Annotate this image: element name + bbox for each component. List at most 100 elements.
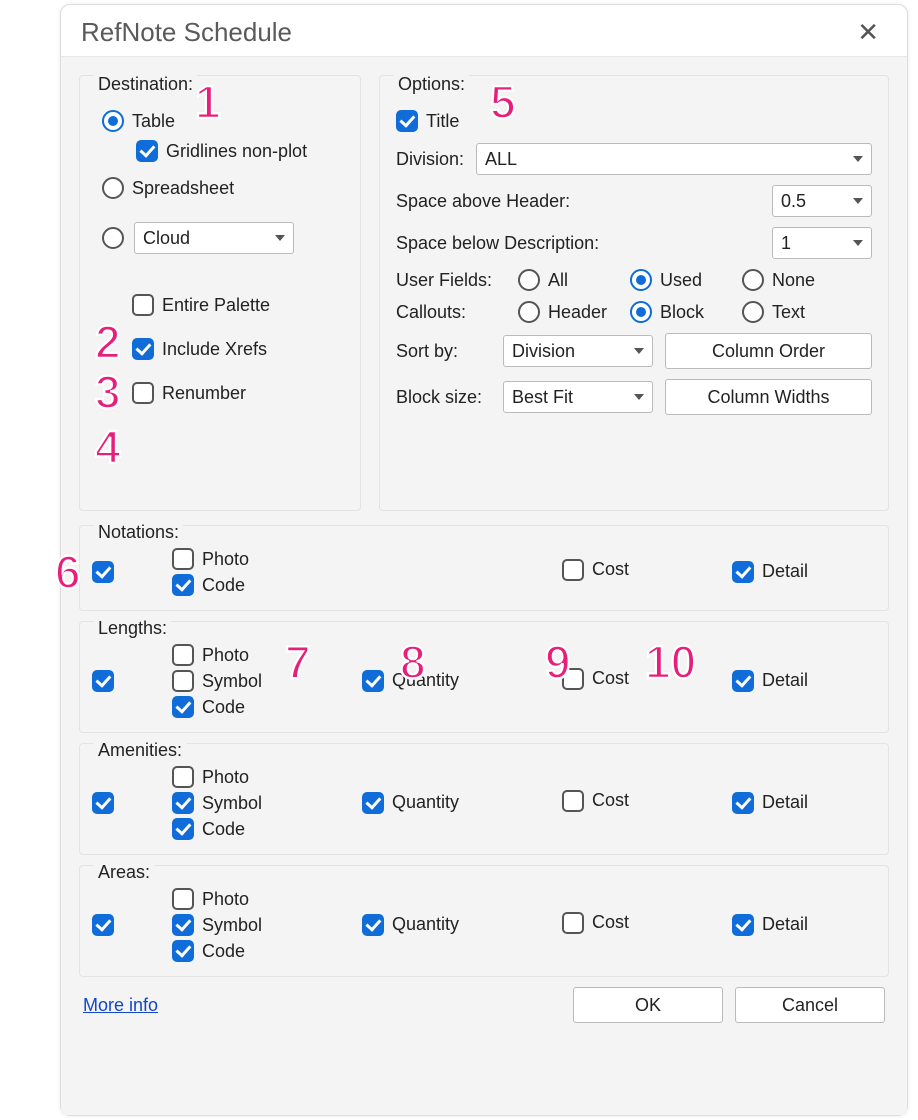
checkbox-icon bbox=[132, 294, 154, 316]
lengths-symbol-checkbox[interactable]: Symbol bbox=[172, 670, 342, 692]
checkbox-icon bbox=[172, 914, 194, 936]
cancel-button[interactable]: Cancel bbox=[735, 987, 885, 1023]
space-above-select[interactable]: 0.5 bbox=[772, 185, 872, 217]
amenities-detail-checkbox[interactable]: Detail bbox=[732, 792, 808, 814]
title-checkbox[interactable]: Title bbox=[396, 110, 459, 132]
chevron-down-icon bbox=[634, 348, 644, 354]
checkbox-icon bbox=[172, 548, 194, 570]
notations-cost-checkbox[interactable]: Cost bbox=[562, 559, 629, 581]
areas-photo-checkbox[interactable]: Photo bbox=[172, 888, 342, 910]
userfields-used-radio[interactable]: Used bbox=[630, 269, 730, 291]
dest-cloud-select[interactable]: Cloud bbox=[134, 222, 294, 254]
radio-icon bbox=[518, 269, 540, 291]
column-order-button[interactable]: Column Order bbox=[665, 333, 872, 369]
amenities-symbol-checkbox[interactable]: Symbol bbox=[172, 792, 342, 814]
userfields-none-radio[interactable]: None bbox=[742, 269, 815, 291]
lengths-cost-checkbox[interactable]: Cost bbox=[562, 668, 629, 690]
checkbox-icon bbox=[172, 766, 194, 788]
checkbox-icon bbox=[732, 670, 754, 692]
gridlines-checkbox[interactable]: Gridlines non-plot bbox=[136, 140, 307, 162]
checkbox-icon bbox=[562, 668, 584, 690]
callouts-text-label: Text bbox=[772, 302, 805, 323]
block-size-select[interactable]: Best Fit bbox=[503, 381, 653, 413]
ok-button[interactable]: OK bbox=[573, 987, 723, 1023]
lengths-detail-checkbox[interactable]: Detail bbox=[732, 670, 808, 692]
lengths-quantity-checkbox[interactable]: Quantity bbox=[362, 670, 459, 692]
callouts-header-radio[interactable]: Header bbox=[518, 301, 618, 323]
column-widths-button[interactable]: Column Widths bbox=[665, 379, 872, 415]
areas-code-checkbox[interactable]: Code bbox=[172, 940, 342, 962]
division-value: ALL bbox=[485, 149, 517, 170]
destination-group: Destination: Table Gridlines non-plot bbox=[79, 75, 361, 511]
checkbox-icon bbox=[172, 792, 194, 814]
notations-enable-checkbox[interactable] bbox=[92, 561, 114, 583]
lengths-group: Lengths: Photo Symbol Code Quantity Cost… bbox=[79, 621, 889, 733]
notations-group: Notations: Photo Code Cost Detail bbox=[79, 525, 889, 611]
dest-table-label: Table bbox=[132, 111, 175, 132]
checkbox-icon bbox=[362, 670, 384, 692]
checkbox-icon bbox=[92, 561, 114, 583]
areas-symbol-checkbox[interactable]: Symbol bbox=[172, 914, 342, 936]
amenities-group: Amenities: Photo Symbol Code Quantity Co… bbox=[79, 743, 889, 855]
checkbox-icon bbox=[172, 888, 194, 910]
dest-spreadsheet-radio[interactable]: Spreadsheet bbox=[102, 177, 234, 199]
callouts-text-radio[interactable]: Text bbox=[742, 301, 805, 323]
division-select[interactable]: ALL bbox=[476, 143, 872, 175]
close-icon[interactable]: ✕ bbox=[849, 15, 887, 50]
entire-palette-checkbox[interactable]: Entire Palette bbox=[132, 294, 344, 316]
checkbox-icon bbox=[172, 818, 194, 840]
options-legend: Options: bbox=[394, 74, 469, 95]
checkbox-icon bbox=[172, 940, 194, 962]
space-above-value: 0.5 bbox=[781, 191, 806, 212]
renumber-checkbox[interactable]: Renumber bbox=[132, 382, 344, 404]
amenities-code-checkbox[interactable]: Code bbox=[172, 818, 342, 840]
space-above-label: Space above Header: bbox=[396, 191, 570, 212]
chevron-down-icon bbox=[634, 394, 644, 400]
callouts-block-label: Block bbox=[660, 302, 704, 323]
more-info-link[interactable]: More info bbox=[83, 995, 158, 1016]
checkbox-icon bbox=[92, 670, 114, 692]
checkbox-icon bbox=[172, 670, 194, 692]
checkbox-icon bbox=[172, 574, 194, 596]
dialog-body: Destination: Table Gridlines non-plot bbox=[61, 57, 907, 1115]
userfields-all-radio[interactable]: All bbox=[518, 269, 618, 291]
checkbox-icon bbox=[132, 382, 154, 404]
checkbox-icon bbox=[396, 110, 418, 132]
lengths-photo-checkbox[interactable]: Photo bbox=[172, 644, 342, 666]
lengths-legend: Lengths: bbox=[94, 618, 171, 639]
userfields-none-label: None bbox=[772, 270, 815, 291]
radio-icon bbox=[630, 301, 652, 323]
refnote-schedule-dialog: RefNote Schedule ✕ Destination: Table Gr… bbox=[60, 4, 908, 1116]
areas-detail-checkbox[interactable]: Detail bbox=[732, 914, 808, 936]
amenities-enable-checkbox[interactable] bbox=[92, 792, 114, 814]
division-label: Division: bbox=[396, 149, 464, 170]
notations-legend: Notations: bbox=[94, 522, 183, 543]
areas-cost-checkbox[interactable]: Cost bbox=[562, 912, 629, 934]
include-xrefs-checkbox[interactable]: Include Xrefs bbox=[132, 338, 344, 360]
amenities-cost-checkbox[interactable]: Cost bbox=[562, 790, 629, 812]
checkbox-icon bbox=[362, 914, 384, 936]
areas-enable-checkbox[interactable] bbox=[92, 914, 114, 936]
dest-table-radio[interactable]: Table bbox=[102, 110, 175, 132]
amenities-photo-checkbox[interactable]: Photo bbox=[172, 766, 342, 788]
checkbox-icon bbox=[562, 790, 584, 812]
lengths-enable-checkbox[interactable] bbox=[92, 670, 114, 692]
checkbox-icon bbox=[732, 561, 754, 583]
checkbox-icon bbox=[132, 338, 154, 360]
sort-by-select[interactable]: Division bbox=[503, 335, 653, 367]
gridlines-label: Gridlines non-plot bbox=[166, 141, 307, 162]
dest-cloud-radio[interactable] bbox=[102, 227, 124, 249]
notations-code-checkbox[interactable]: Code bbox=[172, 574, 342, 596]
space-below-select[interactable]: 1 bbox=[772, 227, 872, 259]
notations-photo-checkbox[interactable]: Photo bbox=[172, 548, 342, 570]
user-fields-label: User Fields: bbox=[396, 270, 506, 291]
notations-detail-checkbox[interactable]: Detail bbox=[732, 561, 808, 583]
callouts-block-radio[interactable]: Block bbox=[630, 301, 730, 323]
destination-legend: Destination: bbox=[94, 74, 197, 95]
areas-quantity-checkbox[interactable]: Quantity bbox=[362, 914, 459, 936]
checkbox-icon bbox=[92, 914, 114, 936]
radio-icon bbox=[102, 177, 124, 199]
amenities-quantity-checkbox[interactable]: Quantity bbox=[362, 792, 459, 814]
dest-cloud-value: Cloud bbox=[143, 228, 190, 249]
lengths-code-checkbox[interactable]: Code bbox=[172, 696, 342, 718]
